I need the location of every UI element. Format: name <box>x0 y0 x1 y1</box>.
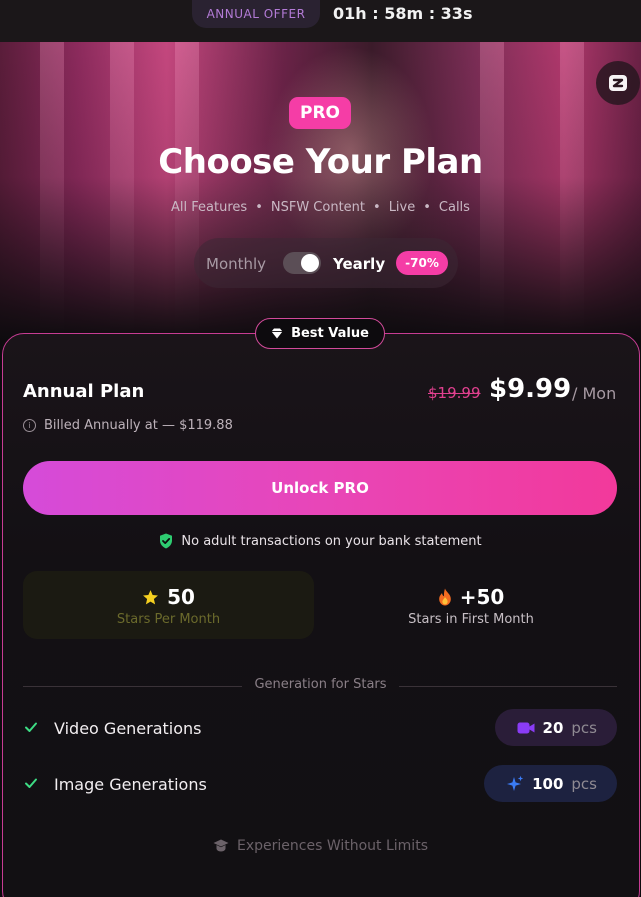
privacy-note-text: No adult transactions on your bank state… <box>181 533 482 549</box>
generation-unit: pcs <box>571 774 597 793</box>
switch-knob <box>301 254 319 272</box>
experiences-footer: Experiences Without Limits <box>0 838 641 854</box>
generation-section-title: Generation for Stars <box>0 677 641 692</box>
graduation-cap-icon <box>213 839 229 852</box>
best-value-badge: Best Value <box>255 318 385 349</box>
feature-item: NSFW Content <box>270 200 366 215</box>
shield-check-icon <box>160 533 173 549</box>
feature-list: All Features • NSFW Content • Live • Calls <box>171 200 470 215</box>
image-generations-count: 100 pcs <box>484 765 617 802</box>
page-title: Choose Your Plan <box>158 142 483 182</box>
feature-item: Calls <box>438 200 470 215</box>
stars-per-month-box: 50 Stars Per Month <box>23 571 314 639</box>
info-icon: i <box>23 419 36 432</box>
generation-unit: pcs <box>571 718 597 737</box>
sparkle-icon <box>507 775 524 791</box>
countdown-timer: 01h : 58m : 33s <box>333 4 473 23</box>
list-item-video-generations: Video Generations 20 pcs <box>23 709 617 747</box>
brand-logo-icon <box>609 75 627 91</box>
hero-background <box>0 42 641 342</box>
generation-label: Image Generations <box>54 775 207 794</box>
checkmark-icon <box>25 778 37 788</box>
best-value-label: Best Value <box>291 326 369 341</box>
stars-label: Stars Per Month <box>116 612 221 627</box>
monthly-option[interactable]: Monthly <box>206 255 266 273</box>
old-price: $19.99 <box>428 384 481 402</box>
top-bar: ANNUAL OFFER 01h : 58m : 33s <box>0 0 641 42</box>
brand-icon-button[interactable] <box>596 61 640 105</box>
billed-text: Billed Annually at — $119.88 <box>44 418 233 433</box>
unlock-pro-button[interactable]: Unlock PRO <box>23 461 617 515</box>
plan-name: Annual Plan <box>23 381 145 402</box>
yearly-option[interactable]: Yearly <box>333 255 385 273</box>
video-camera-icon <box>517 722 535 733</box>
first-month-bonus-box: +50 Stars in First Month <box>325 571 617 639</box>
privacy-note: No adult transactions on your bank state… <box>0 533 641 549</box>
experiences-text: Experiences Without Limits <box>237 838 428 854</box>
feature-item: Live <box>388 200 416 215</box>
stars-value: 50 <box>167 585 195 609</box>
billing-switch[interactable] <box>283 252 321 274</box>
diamond-icon <box>271 328 283 339</box>
billing-toggle: Monthly Yearly -70% <box>194 238 458 288</box>
annual-offer-label: ANNUAL OFFER <box>192 0 320 28</box>
generation-label: Video Generations <box>54 719 202 738</box>
pro-badge: PRO <box>289 97 351 129</box>
price-period: / Mon <box>572 384 617 403</box>
video-generations-count: 20 pcs <box>494 709 617 746</box>
bonus-label: Stars in First Month <box>408 612 534 627</box>
generation-amount: 20 <box>542 718 564 737</box>
billed-note: i Billed Annually at — $119.88 <box>23 418 233 433</box>
checkmark-icon <box>25 722 37 732</box>
generation-amount: 100 <box>532 774 564 793</box>
current-price: $9.99 <box>489 374 572 404</box>
star-icon <box>143 589 159 604</box>
fire-icon <box>438 588 451 606</box>
feature-item: All Features <box>171 200 248 215</box>
discount-badge: -70% <box>396 251 448 275</box>
bonus-value: +50 <box>459 585 505 609</box>
list-item-image-generations: Image Generations 100 pcs <box>23 765 617 803</box>
